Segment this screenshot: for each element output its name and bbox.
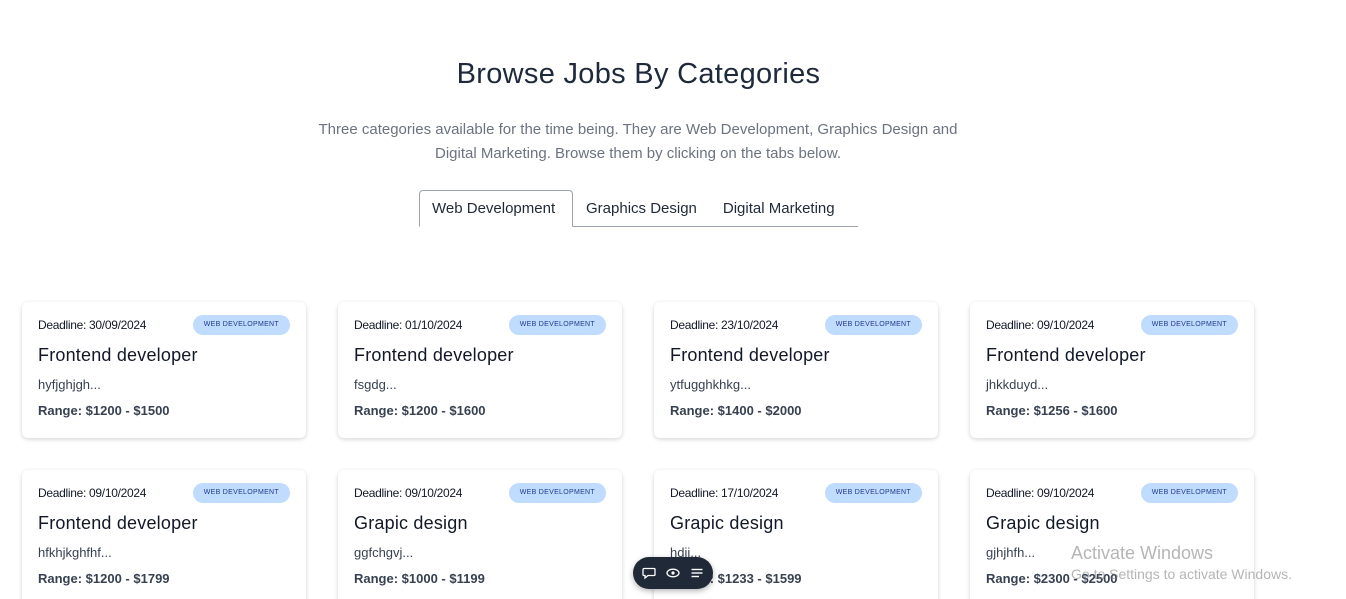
job-deadline: Deadline: 09/10/2024 <box>986 318 1095 332</box>
job-title: Frontend developer <box>670 345 830 365</box>
job-description: ggfchgvj... <box>354 545 414 560</box>
job-salary-range: Range: $1200 - $1600 <box>354 403 486 418</box>
job-deadline: Deadline: 09/10/2024 <box>986 486 1095 500</box>
job-title: Frontend developer <box>38 513 198 533</box>
page: Browse Jobs By Categories Three categori… <box>0 0 1346 599</box>
eye-icon[interactable] <box>666 566 680 580</box>
job-deadline: Deadline: 30/09/2024 <box>38 318 147 332</box>
job-title: Frontend developer <box>354 345 514 365</box>
job-salary-range: Range: $1200 - $1500 <box>38 403 170 418</box>
list-icon[interactable] <box>690 566 704 580</box>
category-badge: Web Development <box>1140 483 1238 503</box>
page-title: Browse Jobs By Categories <box>456 58 821 90</box>
job-card-grid: Deadline: 30/09/2024 Web Development Fro… <box>22 302 1254 599</box>
job-salary-range: Range: $2300 - $2500 <box>986 571 1118 586</box>
category-badge: Web Development <box>192 483 290 503</box>
job-deadline: Deadline: 17/10/2024 <box>670 486 779 500</box>
tab-graphics-design[interactable]: Graphics Design <box>573 190 710 227</box>
job-card[interactable]: Deadline: 09/10/2024 Web Development Fro… <box>970 302 1254 438</box>
job-deadline: Deadline: 09/10/2024 <box>38 486 147 500</box>
job-title: Grapic design <box>354 513 468 533</box>
job-salary-range: Range: $1200 - $1799 <box>38 571 170 586</box>
page-subtitle: Three categories available for the time … <box>318 121 958 162</box>
job-description: hyfjghjgh... <box>38 377 101 392</box>
job-deadline: Deadline: 09/10/2024 <box>354 486 463 500</box>
category-badge: Web Development <box>1140 315 1238 335</box>
job-description: hfkhjkghfhf... <box>38 545 112 560</box>
tab-web-development[interactable]: Web Development <box>419 190 573 227</box>
job-description: ytfugghkhkg... <box>670 377 751 392</box>
job-title: Frontend developer <box>986 345 1146 365</box>
category-badge: Web Development <box>508 483 606 503</box>
job-card[interactable]: Deadline: 09/10/2024 Web Development Gra… <box>338 470 622 599</box>
job-deadline: Deadline: 23/10/2024 <box>670 318 779 332</box>
job-salary-range: Range: $1400 - $2000 <box>670 403 802 418</box>
job-description: jhkkduyd... <box>986 377 1049 392</box>
job-deadline: Deadline: 01/10/2024 <box>354 318 463 332</box>
category-tabs: Web Development Graphics Design Digital … <box>419 190 858 227</box>
floating-toolbar <box>633 557 713 589</box>
job-salary-range: Range: $1256 - $1600 <box>986 403 1118 418</box>
job-card[interactable]: Deadline: 09/10/2024 Web Development Gra… <box>970 470 1254 599</box>
job-card[interactable]: Deadline: 30/09/2024 Web Development Fro… <box>22 302 306 438</box>
job-description: fsgdg... <box>354 377 397 392</box>
job-card[interactable]: Deadline: 09/10/2024 Web Development Fro… <box>22 470 306 599</box>
job-salary-range: Range: $1000 - $1199 <box>354 571 485 586</box>
category-badge: Web Development <box>824 483 922 503</box>
category-badge: Web Development <box>824 315 922 335</box>
category-badge: Web Development <box>192 315 290 335</box>
tab-digital-marketing[interactable]: Digital Marketing <box>710 190 848 227</box>
job-title: Grapic design <box>986 513 1100 533</box>
comment-icon[interactable] <box>642 566 656 580</box>
job-title: Frontend developer <box>38 345 198 365</box>
category-badge: Web Development <box>508 315 606 335</box>
job-description: gjhjhfh... <box>986 545 1036 560</box>
job-description: hdij... <box>670 545 702 560</box>
job-title: Grapic design <box>670 513 784 533</box>
job-card[interactable]: Deadline: 23/10/2024 Web Development Fro… <box>654 302 938 438</box>
job-card[interactable]: Deadline: 01/10/2024 Web Development Fro… <box>338 302 622 438</box>
